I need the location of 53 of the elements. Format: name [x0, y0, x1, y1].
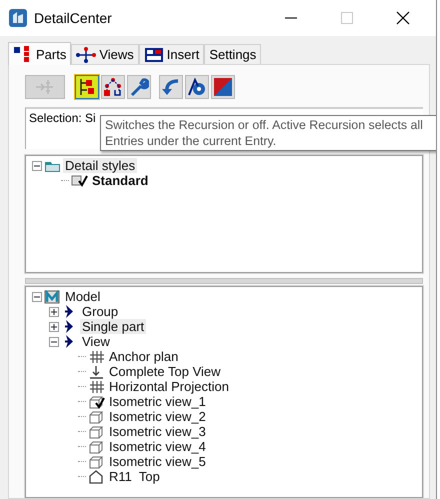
- tooltip: Switches the Recursion or off. Active Recursion selects all Entries under the current Entry.: [100, 115, 436, 151]
- app-icon: [8, 8, 28, 28]
- toolbar-button[interactable]: [101, 75, 125, 99]
- tree-item[interactable]: Standard: [90, 173, 150, 188]
- tab[interactable]: Parts: [8, 42, 72, 65]
- model-icon: [44, 290, 61, 304]
- cross-arrows-icon: [76, 46, 96, 62]
- tree-item[interactable]: Isometric view_4: [107, 439, 208, 454]
- undo-icon: [161, 77, 181, 97]
- tab[interactable]: Settings: [204, 44, 262, 64]
- tree-item[interactable]: View: [80, 334, 112, 349]
- tab[interactable]: Insert: [138, 44, 204, 64]
- tree-item[interactable]: Anchor plan: [107, 349, 180, 364]
- tree-item[interactable]: R11 Top: [107, 469, 162, 484]
- network-icon: [103, 77, 123, 97]
- expander-icon[interactable]: [49, 322, 59, 332]
- panel-icon: [144, 46, 164, 62]
- cube-icon: [88, 454, 105, 468]
- arrow-icon: [65, 305, 74, 318]
- tree-item[interactable]: Isometric view_3: [107, 424, 208, 439]
- expander-icon[interactable]: [49, 336, 59, 346]
- tree-item[interactable]: Horizontal Projection: [107, 379, 231, 394]
- tab[interactable]: Views: [71, 44, 139, 64]
- toolbar-button[interactable]: [185, 75, 209, 99]
- checked-style-icon: [71, 174, 88, 188]
- close-icon[interactable]: [396, 11, 410, 25]
- arrow-icon: [65, 335, 74, 348]
- move-icon: [35, 77, 55, 97]
- down-arrow-icon: [88, 364, 105, 378]
- cube-icon: [88, 440, 105, 454]
- cube-icon: [88, 424, 105, 438]
- selection-text: Selection: Si: [29, 111, 96, 125]
- expander-icon[interactable]: [32, 160, 42, 170]
- tree-item[interactable]: Detail styles: [63, 158, 138, 173]
- tree-item[interactable]: Single part: [80, 319, 146, 334]
- tree-item[interactable]: Model: [63, 289, 102, 304]
- checked-cube-icon: [88, 394, 105, 408]
- wrench-icon: [129, 77, 149, 97]
- expander-icon[interactable]: [49, 306, 59, 316]
- tree-item[interactable]: Group: [80, 304, 120, 319]
- expander-icon[interactable]: [32, 292, 42, 302]
- tree-item[interactable]: Isometric view_5: [107, 454, 208, 469]
- window-title: DetailCenter: [34, 10, 112, 26]
- arrow-icon: [65, 320, 74, 333]
- toolbar-button[interactable]: [75, 75, 99, 99]
- split-square-icon: [213, 77, 233, 97]
- grid-icon: [88, 350, 105, 364]
- grid-icon: [88, 380, 105, 394]
- tree-item[interactable]: Isometric view_2: [107, 409, 208, 424]
- tree-item[interactable]: Isometric view_1: [107, 394, 208, 409]
- cube-icon: [88, 410, 105, 424]
- tree-item[interactable]: Complete Top View: [107, 364, 223, 379]
- house-icon: [88, 470, 105, 484]
